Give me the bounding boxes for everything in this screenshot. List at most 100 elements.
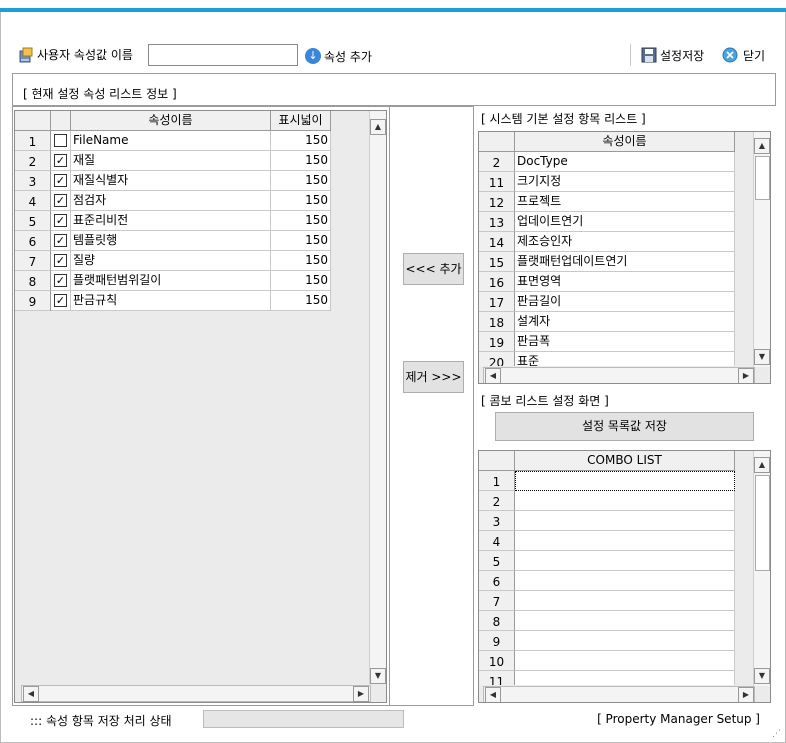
attr-width-cell[interactable]: 150 — [271, 251, 331, 271]
row-checkbox[interactable]: ✓ — [54, 174, 67, 187]
attr-name-cell[interactable]: 플랫패턴범위길이 — [71, 271, 271, 291]
scroll-right-icon[interactable]: ▶ — [353, 686, 369, 702]
save-settings-button[interactable]: 설정저장 — [641, 46, 704, 64]
col-header-name[interactable]: 속성이름 — [71, 111, 271, 131]
remove-from-list-button[interactable]: 제거 >>> — [403, 361, 464, 393]
row-checkbox[interactable]: ✓ — [54, 274, 67, 287]
attr-name-cell[interactable]: 표준리비전 — [71, 211, 271, 231]
table-row[interactable]: 11 크기지정 — [479, 172, 735, 192]
combo-hscrollbar[interactable]: ◀ ▶ — [483, 686, 755, 702]
attr-name-cell[interactable]: 재질식별자 — [71, 171, 271, 191]
combo-value-cell[interactable] — [515, 631, 735, 651]
table-row[interactable]: 6 ✓ 템플릿행 150 — [15, 231, 331, 251]
table-row[interactable]: 15 플랫패턴업데이트연기 — [479, 252, 735, 272]
left-hscrollbar[interactable]: ◀ ▶ — [21, 685, 371, 702]
system-attr-name-cell[interactable]: 프로젝트 — [515, 192, 735, 212]
table-row[interactable]: 1 FileName 150 — [15, 131, 331, 151]
table-row[interactable]: 5 — [479, 551, 735, 571]
table-row[interactable]: 5 ✓ 표준리비전 150 — [15, 211, 331, 231]
table-row[interactable]: 17 판금길이 — [479, 292, 735, 312]
system-attr-grid[interactable]: 속성이름 2 DocType 11 크기지정 12 프로젝트 13 업데이트연기 14 제조승인자… — [478, 131, 771, 384]
scroll-up-icon[interactable]: ▲ — [754, 138, 770, 154]
scroll-left-icon[interactable]: ◀ — [485, 687, 501, 702]
add-attr-button[interactable]: ↓ 속성 추가 — [305, 47, 372, 65]
system-col-header-name[interactable]: 속성이름 — [515, 132, 735, 152]
add-to-list-button[interactable]: <<< 추가 — [403, 253, 464, 285]
attr-name-cell[interactable]: 점검자 — [71, 191, 271, 211]
attr-width-cell[interactable]: 150 — [271, 191, 331, 211]
system-attr-name-cell[interactable]: 제조승인자 — [515, 232, 735, 252]
left-vscrollbar[interactable]: ▲ ▼ — [369, 111, 386, 684]
table-row[interactable]: 6 — [479, 571, 735, 591]
row-checkbox[interactable]: ✓ — [54, 294, 67, 307]
scroll-up-icon[interactable]: ▲ — [370, 119, 386, 135]
system-attr-name-cell[interactable]: 크기지정 — [515, 172, 735, 192]
system-vscrollbar[interactable]: ▲ ▼ — [753, 132, 770, 367]
combo-col-header[interactable]: COMBO LIST — [515, 451, 735, 471]
table-row[interactable]: 1 — [479, 471, 735, 491]
table-row[interactable]: 3 — [479, 511, 735, 531]
table-row[interactable]: 20 표준 — [479, 352, 735, 366]
attr-width-cell[interactable]: 150 — [271, 271, 331, 291]
table-row[interactable]: 7 ✓ 질량 150 — [15, 251, 331, 271]
table-row[interactable]: 2 — [479, 491, 735, 511]
table-row[interactable]: 10 — [479, 651, 735, 671]
system-attr-name-cell[interactable]: 판금폭 — [515, 332, 735, 352]
combo-value-cell[interactable] — [515, 511, 735, 531]
table-row[interactable]: 12 프로젝트 — [479, 192, 735, 212]
table-row[interactable]: 7 — [479, 591, 735, 611]
table-row[interactable]: 4 — [479, 531, 735, 551]
system-hscrollbar[interactable]: ◀ ▶ — [483, 367, 755, 383]
combo-value-cell[interactable] — [515, 611, 735, 631]
system-attr-name-cell[interactable]: 판금길이 — [515, 292, 735, 312]
scroll-thumb[interactable] — [755, 475, 770, 571]
combo-value-cell[interactable] — [515, 651, 735, 671]
combo-value-cell[interactable] — [515, 531, 735, 551]
row-checkbox[interactable]: ✓ — [54, 194, 67, 207]
resize-grip-icon[interactable]: ⋰ — [772, 729, 784, 741]
system-attr-name-cell[interactable]: 설계자 — [515, 312, 735, 332]
attr-width-cell[interactable]: 150 — [271, 231, 331, 251]
attr-name-cell[interactable]: 질량 — [71, 251, 271, 271]
combo-value-cell[interactable] — [515, 491, 735, 511]
table-row[interactable]: 8 ✓ 플랫패턴범위길이 150 — [15, 271, 331, 291]
scroll-down-icon[interactable]: ▼ — [370, 668, 386, 684]
attr-width-cell[interactable]: 150 — [271, 171, 331, 191]
save-combo-values-button[interactable]: 설정 목록값 저장 — [495, 412, 754, 441]
table-row[interactable]: 9 — [479, 631, 735, 651]
table-row[interactable]: 11 — [479, 671, 735, 685]
row-checkbox[interactable]: ✓ — [54, 154, 67, 167]
scroll-right-icon[interactable]: ▶ — [738, 687, 754, 702]
system-attr-name-cell[interactable]: 표준 — [515, 352, 735, 366]
scroll-down-icon[interactable]: ▼ — [754, 668, 770, 684]
system-attr-name-cell[interactable]: DocType — [515, 152, 735, 172]
row-checkbox[interactable] — [54, 134, 67, 147]
attr-width-cell[interactable]: 150 — [271, 291, 331, 311]
table-row[interactable]: 3 ✓ 재질식별자 150 — [15, 171, 331, 191]
scroll-down-icon[interactable]: ▼ — [754, 349, 770, 365]
combo-value-cell[interactable] — [515, 571, 735, 591]
table-row[interactable]: 2 DocType — [479, 152, 735, 172]
combo-value-cell[interactable] — [515, 591, 735, 611]
combo-value-cell[interactable] — [515, 471, 735, 491]
row-checkbox[interactable]: ✓ — [54, 254, 67, 267]
table-row[interactable]: 8 — [479, 611, 735, 631]
table-row[interactable]: 14 제조승인자 — [479, 232, 735, 252]
table-row[interactable]: 4 ✓ 점검자 150 — [15, 191, 331, 211]
attr-name-input[interactable] — [148, 44, 298, 66]
combo-vscrollbar[interactable]: ▲ ▼ — [753, 451, 770, 686]
system-attr-name-cell[interactable]: 업데이트연기 — [515, 212, 735, 232]
table-row[interactable]: 13 업데이트연기 — [479, 212, 735, 232]
col-header-width[interactable]: 표시넓이 — [271, 111, 331, 131]
attr-name-cell[interactable]: 템플릿행 — [71, 231, 271, 251]
scroll-right-icon[interactable]: ▶ — [738, 368, 754, 383]
row-checkbox[interactable]: ✓ — [54, 234, 67, 247]
close-button[interactable]: 닫기 — [722, 46, 765, 64]
scroll-up-icon[interactable]: ▲ — [754, 457, 770, 473]
table-row[interactable]: 16 표면영역 — [479, 272, 735, 292]
combo-list-grid[interactable]: COMBO LIST 1 2 3 4 5 6 7 8 9 10 11 ▲ ▼ ◀ ▶ — [478, 450, 771, 703]
attr-name-cell[interactable]: 재질 — [71, 151, 271, 171]
combo-value-cell[interactable] — [515, 671, 735, 685]
table-row[interactable]: 19 판금폭 — [479, 332, 735, 352]
row-checkbox[interactable]: ✓ — [54, 214, 67, 227]
